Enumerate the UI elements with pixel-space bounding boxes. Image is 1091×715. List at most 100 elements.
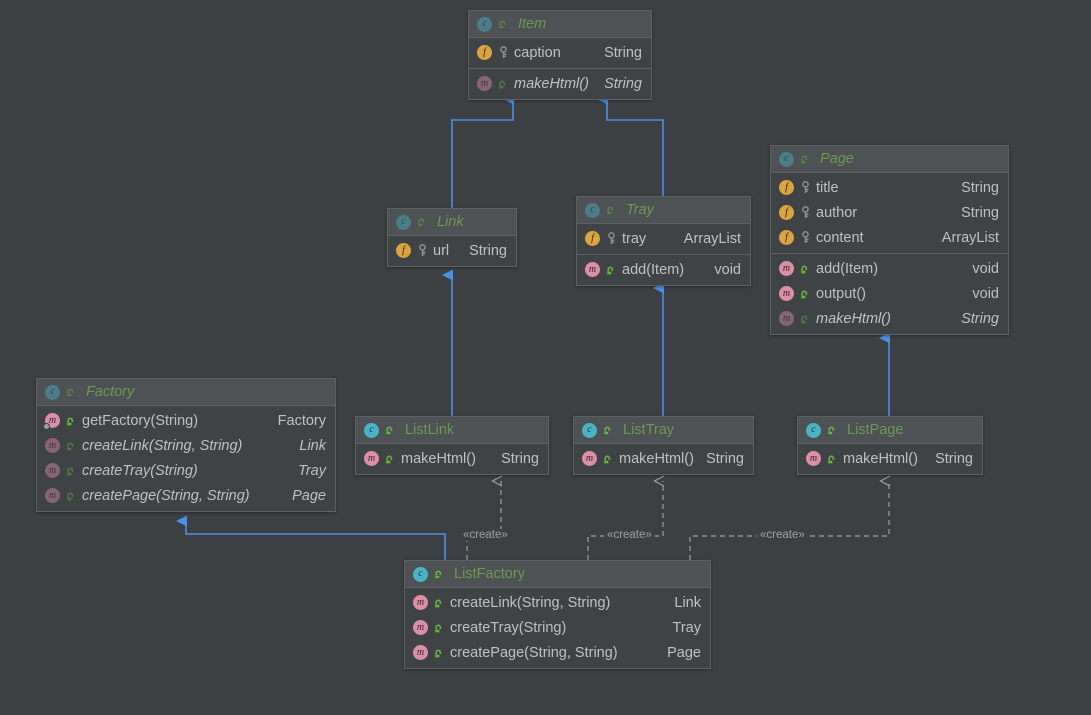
class-box-listtray[interactable]: c ListTray m makeHtml() String [573,416,754,475]
class-box-factory[interactable]: c Factory m getFactory(String) Factory m creat… [36,378,336,512]
public-visibility-icon [433,621,445,635]
field-name: title [816,179,839,196]
method-row[interactable]: m add(Item) void [577,257,750,282]
field-row[interactable]: f tray ArrayList [577,226,750,251]
fields-section: f tray ArrayList [577,224,750,254]
class-icon: c [585,202,600,218]
method-return-type: Page [667,644,701,661]
method-row[interactable]: m makeHtml() String [574,446,753,471]
method-icon: m [413,645,428,660]
method-name: createLink(String, String) [450,594,611,611]
public-visibility-icon [65,385,77,399]
field-row[interactable]: f caption String [469,40,651,65]
method-row[interactable]: m makeHtml() String [798,446,982,471]
methods-section: m makeHtml() String [356,444,548,474]
fields-section: f url String [388,236,516,266]
class-header-link[interactable]: c Link [388,209,516,236]
class-header-tray[interactable]: c Tray [577,197,750,224]
class-name: ListTray [623,422,675,438]
class-header-listfactory[interactable]: c ListFactory [405,561,710,588]
methods-section: m add(Item) void [577,254,750,285]
uml-diagram-canvas: c Item f caption String m makeHtml() String c Lin… [0,0,1091,715]
method-row[interactable]: m add(Item) void [771,256,1008,281]
class-header-factory[interactable]: c Factory [37,379,335,406]
class-header-item[interactable]: c Item [469,11,651,38]
class-icon: c [582,422,597,438]
method-icon: m [45,438,60,453]
method-row[interactable]: m makeHtml() String [771,306,1008,331]
method-name: getFactory(String) [82,412,199,429]
method-row[interactable]: m createTray(String) Tray [37,458,335,483]
class-name: Tray [626,202,654,218]
class-box-listlink[interactable]: c ListLink m makeHtml() String [355,416,549,475]
method-return-type: String [935,450,973,467]
field-name: tray [622,230,647,247]
public-visibility-icon [384,423,396,437]
class-name: ListLink [405,422,455,438]
method-row[interactable]: m makeHtml() String [469,71,651,96]
field-row[interactable]: f author String [771,200,1008,225]
field-icon: f [477,45,492,60]
method-icon: m [45,463,60,478]
public-visibility-icon [602,452,614,466]
public-visibility-icon [826,452,838,466]
method-row[interactable]: m getFactory(String) Factory [37,408,335,433]
class-box-item[interactable]: c Item f caption String m makeHtml() String [468,10,652,100]
public-visibility-icon [799,312,811,326]
methods-section: m createLink(String, String) Link m createTr… [405,588,710,668]
method-icon: m [43,413,60,430]
class-icon: c [413,566,428,582]
class-header-page[interactable]: c Page [771,146,1008,173]
class-box-link[interactable]: c Link f url String [387,208,517,267]
field-row[interactable]: f title String [771,175,1008,200]
class-box-listfactory[interactable]: c ListFactory m createLink(String, String) L… [404,560,711,669]
public-visibility-icon [416,215,428,229]
class-icon: c [364,422,379,438]
relation-listfactory-creates-listlink [466,481,501,560]
field-icon: f [779,180,794,195]
method-icon: m [779,286,794,301]
fields-section: f caption String [469,38,651,68]
method-row[interactable]: m createPage(String, String) Page [405,640,710,665]
private-visibility-icon [416,244,428,258]
method-row[interactable]: m createLink(String, String) Link [405,590,710,615]
relation-listfactory-creates-listtray [587,481,663,560]
method-name: makeHtml() [816,310,891,327]
public-visibility-icon [497,77,509,91]
class-box-page[interactable]: c Page f title String f author String f content Ar… [770,145,1009,335]
method-return-type: void [714,261,741,278]
field-row[interactable]: f url String [388,238,516,263]
method-row[interactable]: m createTray(String) Tray [405,615,710,640]
class-box-listpage[interactable]: c ListPage m makeHtml() String [797,416,983,475]
field-type: String [961,204,999,221]
methods-section: m makeHtml() String [469,68,651,99]
method-icon: m [585,262,600,277]
field-type: ArrayList [683,230,741,247]
method-name: add(Item) [816,260,879,277]
public-visibility-icon [65,489,77,503]
method-row[interactable]: m output() void [771,281,1008,306]
public-visibility-icon [799,152,811,166]
class-header-listlink[interactable]: c ListLink [356,417,548,444]
methods-section: m add(Item) void m output() void m makeHtml() St… [771,253,1008,334]
method-icon: m [413,620,428,635]
class-header-listtray[interactable]: c ListTray [574,417,753,444]
method-row[interactable]: m createPage(String, String) Page [37,483,335,508]
class-icon: c [477,16,492,32]
class-icon: c [806,422,821,438]
class-header-listpage[interactable]: c ListPage [798,417,982,444]
methods-section: m getFactory(String) Factory m createLink(St… [37,406,335,511]
method-icon: m [477,76,492,91]
method-name: makeHtml() [843,450,918,467]
method-name: createTray(String) [82,462,198,479]
field-type: String [604,44,642,61]
field-row[interactable]: f content ArrayList [771,225,1008,250]
method-row[interactable]: m makeHtml() String [356,446,548,471]
field-icon: f [396,243,411,258]
class-box-tray[interactable]: c Tray f tray ArrayList m add(Item) void [576,196,751,286]
field-type: String [961,179,999,196]
method-return-type: String [501,450,539,467]
field-name: content [816,229,864,246]
relation-tray-to-item [597,93,664,196]
method-row[interactable]: m createLink(String, String) Link [37,433,335,458]
